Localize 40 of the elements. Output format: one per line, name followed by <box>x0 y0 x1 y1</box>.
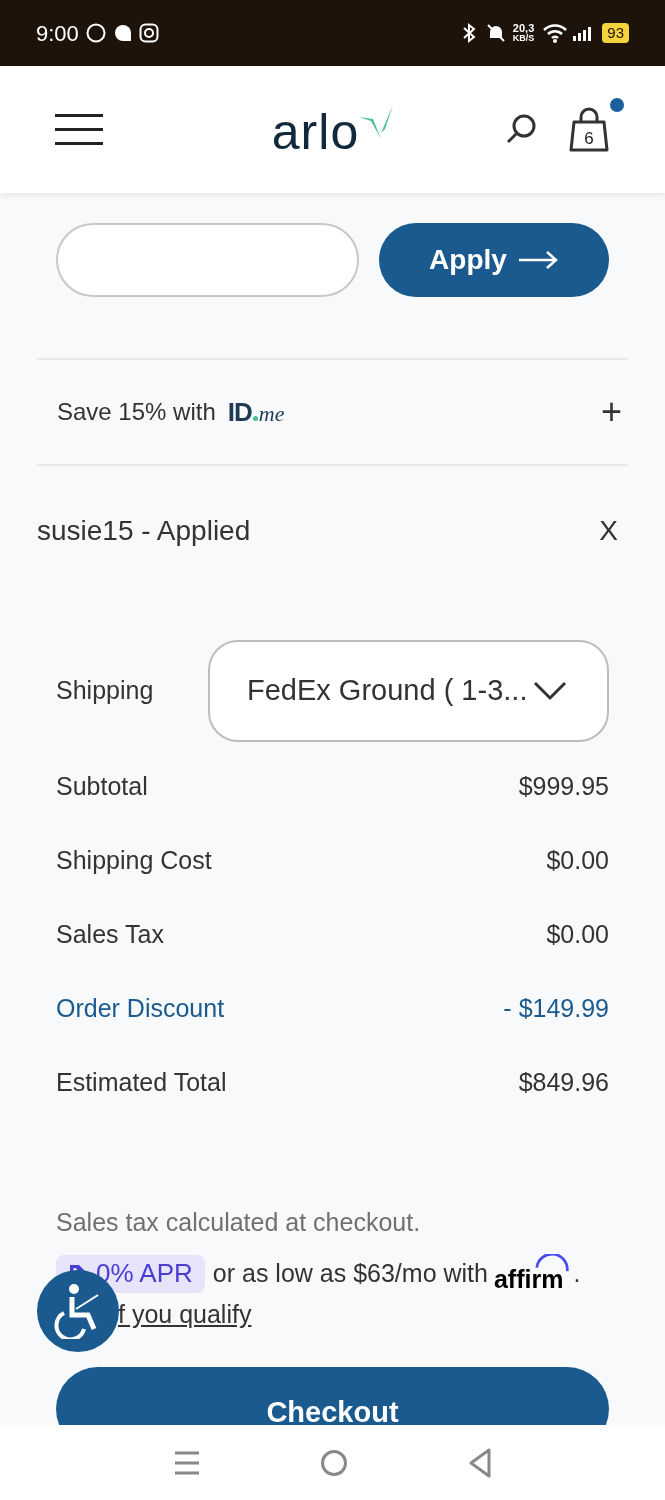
cart-count: 6 <box>583 127 595 150</box>
applied-coupon: susie15 - Applied <box>37 514 251 548</box>
summary-label: Sales Tax <box>56 919 164 951</box>
apply-button[interactable]: Apply <box>379 223 609 297</box>
idme-logo: ID me <box>227 395 285 429</box>
summary-value: $0.00 <box>546 919 609 951</box>
chevron-down-icon <box>533 681 567 701</box>
summary-label: Estimated Total <box>56 1067 227 1099</box>
muted-bell-icon <box>484 22 507 44</box>
arlo-logo[interactable]: arlo <box>211 102 396 157</box>
menu-button[interactable] <box>55 114 103 145</box>
checkout-button[interactable]: Checkout <box>56 1367 609 1425</box>
qualify-link[interactable]: f you qualify <box>118 1295 609 1333</box>
instagram-icon <box>138 23 159 43</box>
back-icon[interactable] <box>467 1447 492 1478</box>
clock: 9:00 <box>36 19 79 48</box>
arrow-icon <box>518 250 559 270</box>
summary-label: Shipping Cost <box>56 845 212 877</box>
shipping-label: Shipping <box>56 675 155 707</box>
summary-value: $849.96 <box>518 1067 609 1099</box>
recent-apps-icon[interactable] <box>173 1449 200 1476</box>
summary-label: Order Discount <box>56 993 225 1025</box>
summary-value: $0.00 <box>546 845 609 877</box>
summary-label: Subtotal <box>56 771 148 803</box>
tax-note: Sales tax calculated at checkout. <box>56 1207 422 1238</box>
chat-icon <box>112 23 133 43</box>
battery-indicator: 93 <box>602 23 629 43</box>
period: . <box>573 1257 581 1289</box>
affirm-logo: affirm <box>493 1253 570 1294</box>
remove-coupon-button[interactable]: X <box>599 510 618 552</box>
home-icon[interactable] <box>319 1448 348 1477</box>
wifi-icon <box>542 23 569 43</box>
shipping-select[interactable]: FedEx Ground ( 1-3... <box>208 640 609 742</box>
summary-value: - $149.99 <box>503 993 609 1025</box>
expand-button[interactable]: + <box>600 394 622 430</box>
idme-promo-text: Save 15% with <box>57 397 216 427</box>
network-speed-unit: KB/S <box>512 34 535 43</box>
network-speed: 20,3 <box>512 23 535 34</box>
summary-value: $999.95 <box>518 771 609 803</box>
financing-text: or as low as $63/mo with <box>212 1257 488 1289</box>
